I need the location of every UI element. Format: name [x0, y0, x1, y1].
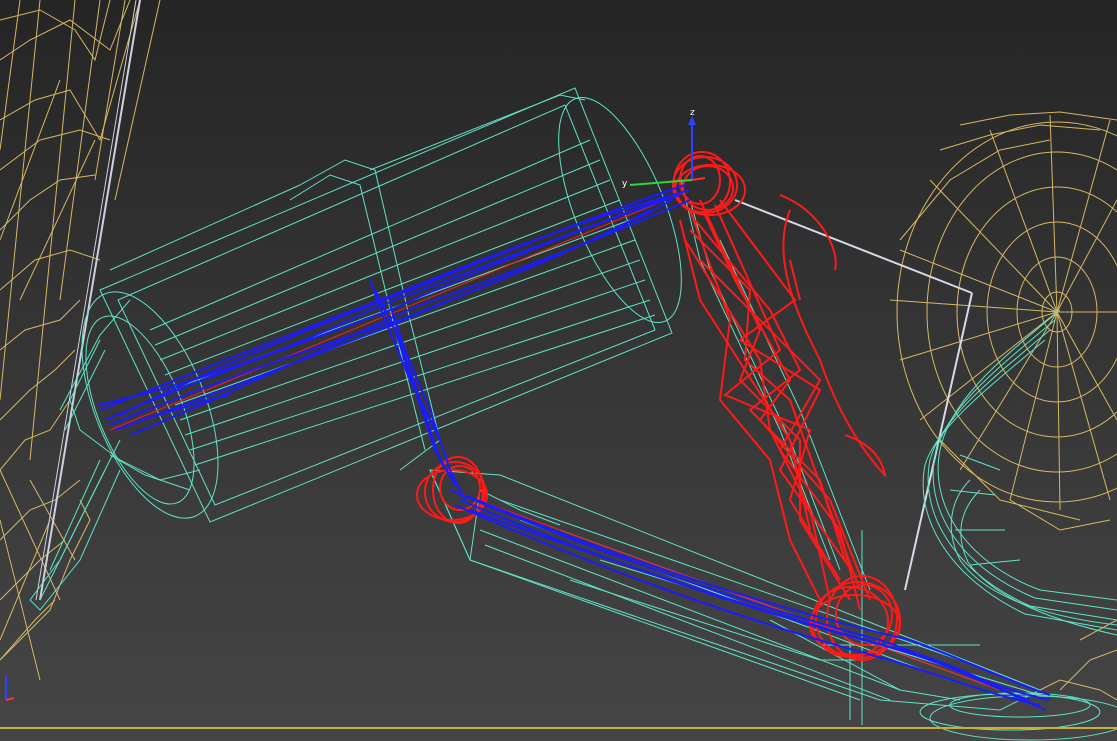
- world-axis-icon: [5, 675, 15, 701]
- blue-bone-strokes[interactable]: [97, 184, 1051, 711]
- right-character-mesh[interactable]: [889, 111, 1117, 701]
- gizmo-z-label: z: [690, 108, 695, 118]
- 3d-viewport[interactable]: z y: [0, 0, 1117, 741]
- gizmo-y-label: y: [622, 179, 628, 189]
- left-character-mesh[interactable]: [0, 0, 161, 681]
- wireframe-scene[interactable]: z y: [0, 0, 1117, 741]
- right-links: [734, 199, 973, 591]
- transform-gizmo[interactable]: z y: [622, 108, 706, 189]
- gizmo-x-axis[interactable]: [691, 177, 706, 181]
